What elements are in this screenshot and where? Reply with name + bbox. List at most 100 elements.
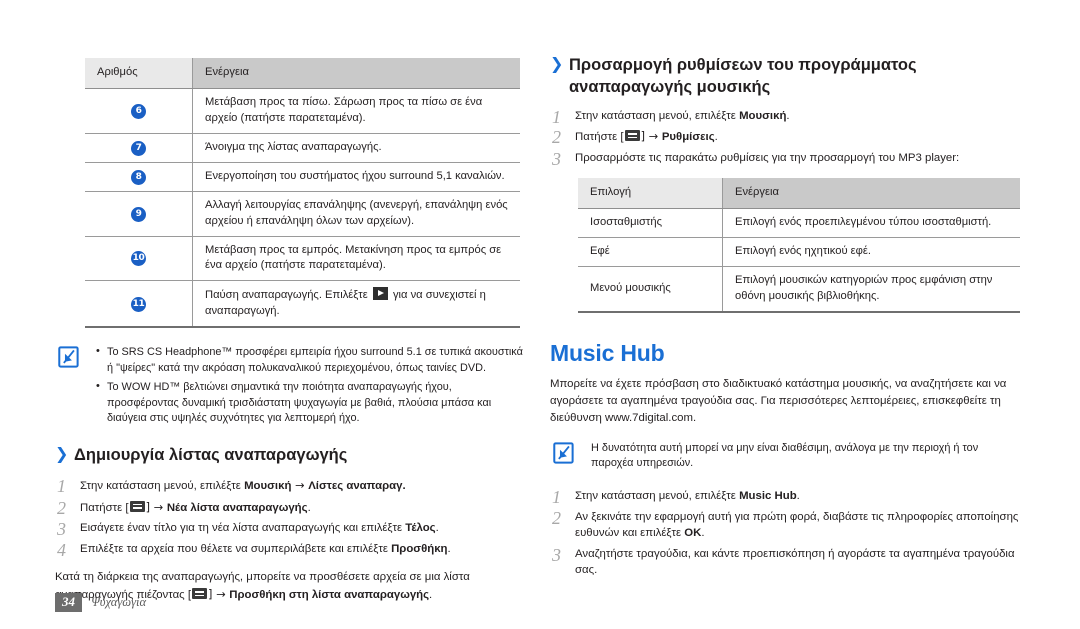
step-bold-1: OK: [684, 527, 702, 540]
option-action-table: Επιλογή Ενέργεια Ισοσταθμιστής Επιλογή ε…: [578, 178, 1020, 313]
step-item: 2 Αν ξεκινάτε την εφαρμογή αυτή για πρώτ…: [550, 508, 1020, 542]
step-bold-1: Music Hub: [739, 490, 797, 503]
menu-key-icon: [624, 130, 640, 142]
column-header-action: Ενέργεια: [722, 178, 1020, 210]
page-title-music-hub: Music Hub: [550, 339, 665, 366]
step-item: 4 Επιλέξτε τα αρχεία που θέλετε να συμπε…: [55, 540, 525, 560]
row-action-cell: Επιλογή ενός προεπιλεγμένου τύπου ισοστα…: [722, 208, 1020, 238]
row-action-cell: Επιλογή μουσικών κατηγοριών προς εμφάνισ…: [722, 266, 1020, 313]
section-heading-line-1: Προσαρμογή ρυθμίσεων του προγράμματος: [569, 56, 917, 74]
step-text-pre: Στην κατάσταση μενού, επιλέξτε: [575, 109, 740, 122]
column-header-action: Ενέργεια: [192, 58, 520, 89]
note-pen-icon: [58, 346, 80, 369]
row-action-cell: Επιλογή ενός ηχητικού εφέ.: [722, 237, 1020, 267]
table-head: Αριθμός Ενέργεια: [85, 58, 520, 89]
row-action-cell: Αλλαγή λειτουργίας επανάληψης (ανενεργή,…: [192, 191, 520, 237]
row-number-cell: 6: [85, 88, 193, 134]
step-text-post: .: [796, 490, 800, 503]
table-row: Ισοσταθμιστής Επιλογή ενός προεπιλεγμένο…: [578, 208, 1020, 238]
note-item: Το SRS CS Headphone™ προσφέρει εμπειρία …: [96, 344, 525, 377]
steps-music-settings: 1 Στην κατάσταση μενού, επιλέξτε Μουσική…: [550, 107, 1020, 169]
step-text-pre: Προσαρμόστε τις παρακάτω ρυθμίσεις για τ…: [575, 151, 960, 164]
step-text-pre: Αναζητήστε τραγούδια, και κάντε προεπισκ…: [575, 547, 1015, 577]
table-body: Ισοσταθμιστής Επιλογή ενός προεπιλεγμένο…: [578, 208, 1020, 313]
section-heading-text: Δημιουργία λίστας αναπαραγωγής: [74, 446, 348, 465]
step-number: 4: [57, 539, 66, 560]
step-bold-1: Μουσική: [244, 479, 292, 492]
step-arrow: →: [291, 477, 309, 492]
column-header-option: Επιλογή: [578, 178, 723, 210]
step-bold-1: Μουσική: [739, 109, 787, 122]
column-header-number: Αριθμός: [85, 58, 193, 89]
step-text-pre: Εισάγετε έναν τίτλο για τη νέα λίστα ανα…: [80, 522, 406, 535]
row-number-cell: 10: [85, 236, 193, 282]
table-row: 7 Άνοιγμα της λίστας αναπαραγωγής.: [85, 133, 520, 163]
number-badge-11: 11: [131, 296, 146, 312]
step-bold-1: Νέα λίστα αναπαραγωγής: [166, 501, 308, 514]
step-bold-2: Λίστες αναπαραγ.: [308, 479, 406, 492]
table-row: Εφέ Επιλογή ενός ηχητικού εφέ.: [578, 237, 1020, 267]
table-body: 6 Μετάβαση προς τα πίσω. Σάρωση προς τα …: [85, 88, 520, 329]
step-bold-1: Τέλος: [405, 522, 436, 535]
note-item: Το WOW HD™ βελτιώνει σημαντικά την ποιότ…: [96, 379, 525, 427]
number-badge-8: 8: [131, 169, 146, 185]
step-item: 2 Πατήστε [] → Ρυθμίσεις.: [550, 127, 1020, 147]
row-number-cell: 9: [85, 191, 193, 237]
step-bold-1: Ρυθμίσεις: [661, 131, 715, 144]
step-item: 3 Αναζητήστε τραγούδια, και κάντε προεπι…: [550, 545, 1020, 579]
section-heading-music-settings: ❯ Προσαρμογή ρυθμίσεων του προγράμματος …: [550, 55, 1020, 99]
step-item: 2 Πατήστε [] → Νέα λίστα αναπαραγωγής.: [55, 498, 525, 518]
note-box-availability: Η δυνατότητα αυτή μπορεί να μην είναι δι…: [553, 441, 1020, 473]
row-number-cell: 8: [85, 162, 193, 192]
step-item: 3 Προσαρμόστε τις παρακάτω ρυθμίσεις για…: [550, 149, 1020, 169]
row-action-cell: Ενεργοποίηση του συστήματος ήχου surroun…: [192, 162, 520, 192]
step-text-pre: Στην κατάσταση μενού, επιλέξτε: [80, 479, 245, 492]
step-text-post: .: [701, 527, 705, 540]
table-row: 6 Μετάβαση προς τα πίσω. Σάρωση προς τα …: [85, 88, 520, 134]
step-text-pre: Πατήστε [: [80, 501, 129, 514]
table-row: 11 Παύση αναπαραγωγής. Επιλέξτε για να σ…: [85, 280, 520, 329]
row-number-cell: 11: [85, 280, 193, 329]
manual-page: Αριθμός Ενέργεια 6 Μετάβαση προς τα πίσω…: [0, 0, 1080, 629]
row-option-cell: Μενού μουσικής: [578, 266, 723, 313]
step-text-mid: ] →: [145, 499, 167, 514]
step-text-pre: Αν ξεκινάτε την εφαρμογή αυτή για πρώτη …: [575, 510, 1019, 540]
step-item: 3 Εισάγετε έναν τίτλο για τη νέα λίστα α…: [55, 519, 525, 539]
note-pen-icon: [553, 441, 575, 465]
step-text-post: .: [714, 131, 718, 144]
music-hub-body: Μπορείτε να έχετε πρόσβαση στο διαδικτυα…: [550, 378, 1007, 425]
steps-create-playlist: 1 Στην κατάσταση μενού, επιλέξτε Μουσική…: [55, 476, 525, 560]
step-text-mid: ] →: [640, 129, 662, 144]
table-row: 10 Μετάβαση προς τα εμπρός. Μετακίνηση π…: [85, 236, 520, 282]
step-text-pre: Επιλέξτε τα αρχεία που θέλετε να συμπερι…: [80, 542, 392, 555]
step-number: 3: [552, 544, 561, 565]
table-row: Μενού μουσικής Επιλογή μουσικών κατηγορι…: [578, 266, 1020, 313]
note-box-srs: Το SRS CS Headphone™ προσφέρει εμπειρία …: [58, 344, 525, 427]
number-action-table: Αριθμός Ενέργεια 6 Μετάβαση προς τα πίσω…: [85, 58, 520, 329]
number-badge-10: 10: [131, 251, 146, 267]
row-action-cell: Μετάβαση προς τα εμπρός. Μετακίνηση προς…: [192, 236, 520, 282]
page-footer: 34 Ψυχαγωγία: [55, 592, 146, 612]
trailing-bold: Προσθήκη στη λίστα αναπαραγωγής: [229, 589, 430, 602]
step-item: 1 Στην κατάσταση μενού, επιλέξτε Μουσική…: [550, 107, 1020, 127]
row-action-cell: Μετάβαση προς τα πίσω. Σάρωση προς τα πί…: [192, 88, 520, 134]
note-list: Το SRS CS Headphone™ προσφέρει εμπειρία …: [96, 344, 525, 427]
row-option-cell: Εφέ: [578, 237, 723, 267]
step-text-post: .: [786, 109, 790, 122]
row-action-cell: Παύση αναπαραγωγής. Επιλέξτε για να συνε…: [192, 280, 520, 329]
number-badge-9: 9: [131, 206, 146, 222]
trailing-text-mid: ] →: [208, 587, 230, 602]
number-badge-7: 7: [131, 140, 146, 156]
chevron-right-icon: ❯: [550, 56, 564, 73]
number-badge-6: 6: [131, 103, 146, 119]
row-number-cell: 7: [85, 133, 193, 163]
page-number: 34: [55, 592, 82, 612]
step-bold-1: Προσθήκη: [391, 542, 448, 555]
step-text-post: .: [435, 522, 439, 535]
table-row: 9 Αλλαγή λειτουργίας επανάληψης (ανενεργ…: [85, 191, 520, 237]
menu-key-icon: [192, 588, 207, 600]
chevron-right-icon: ❯: [55, 446, 69, 464]
right-column: ❯ Προσαρμογή ρυθμίσεων του προγράμματος …: [550, 0, 1020, 583]
table-row: 8 Ενεργοποίηση του συστήματος ήχου surro…: [85, 162, 520, 192]
row-option-cell: Ισοσταθμιστής: [578, 208, 723, 238]
